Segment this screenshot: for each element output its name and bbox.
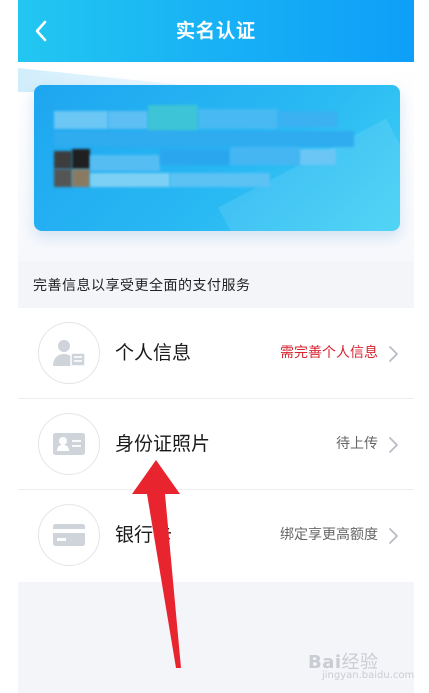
- red-arrow-annotation: [132, 460, 181, 668]
- watermark-url: jingyan.baidu.com: [322, 670, 415, 681]
